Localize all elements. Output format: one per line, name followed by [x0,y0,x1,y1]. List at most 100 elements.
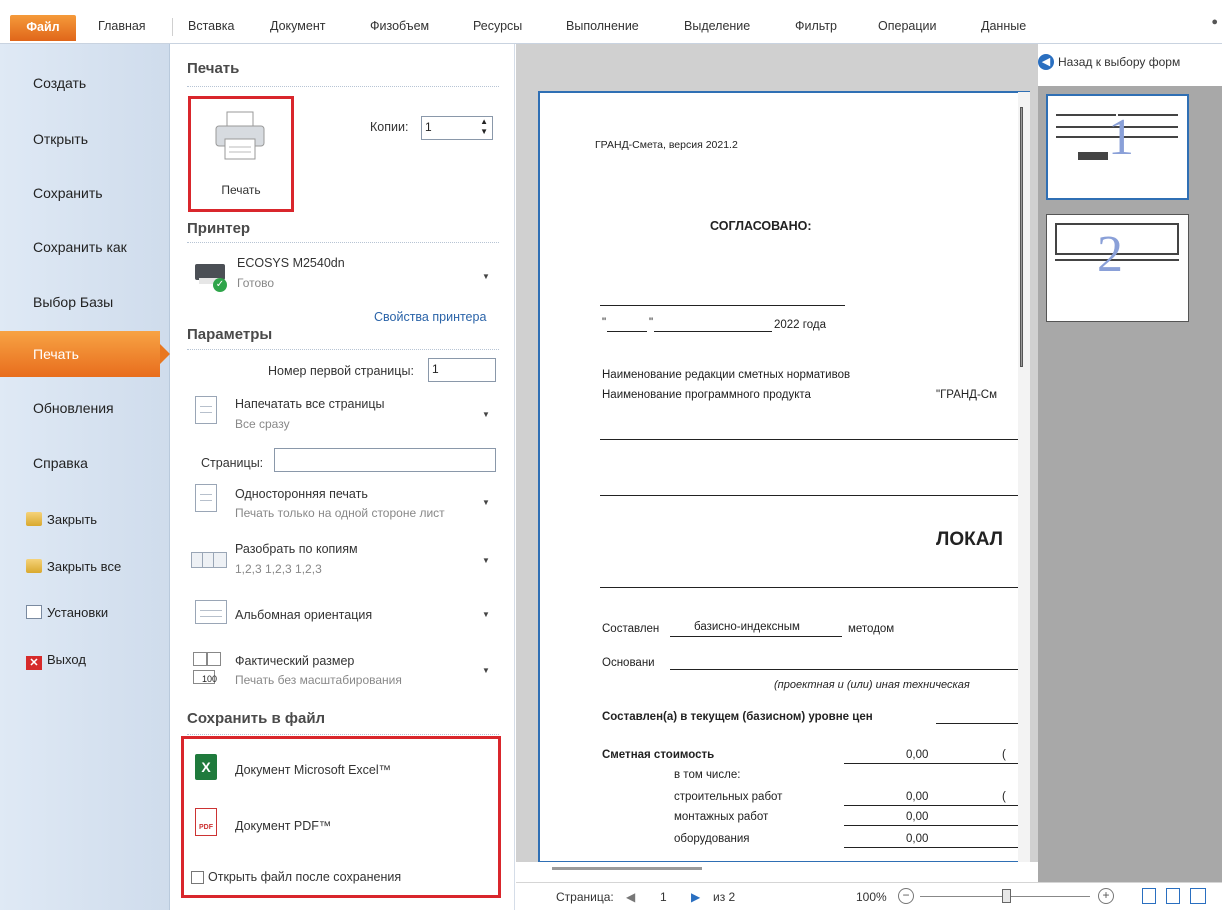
save-excel-button[interactable]: Документ Microsoft Excel™ [235,763,391,777]
scrollbar-thumb[interactable] [552,867,702,870]
tab-file[interactable]: Файл [10,15,76,41]
thumbnail-page-1[interactable]: 1 [1046,94,1189,200]
collate-option[interactable]: Разобрать по копиям [235,542,358,556]
preview-method-value: базисно-индексным [694,621,800,633]
folder-icon [26,512,42,526]
nav-settings[interactable]: Установки [26,602,108,624]
tab-insert[interactable]: Вставка [188,19,234,33]
printer-properties-link[interactable]: Свойства принтера [374,310,486,324]
tab-selection[interactable]: Выделение [684,19,750,33]
nav-exit[interactable]: ✕ Выход [26,649,86,671]
printer-section-title: Принтер [187,220,251,237]
tab-data[interactable]: Данные [981,19,1026,33]
preview-equip-value: 0,00 [906,833,929,845]
next-page-icon[interactable]: ▶ [691,890,700,904]
size-dropdown-icon[interactable]: ▼ [482,666,490,675]
orientation-option[interactable]: Альбомная ориентация [235,608,372,622]
printer-name[interactable]: ECOSYS M2540dn [237,256,345,270]
scale-icon: 100 [191,652,231,688]
page-width-icon[interactable] [1142,888,1156,904]
line [600,439,1028,440]
divider [187,242,499,243]
line [844,763,1028,764]
preview-equip: оборудования [674,833,750,845]
printer-icon [215,111,265,160]
nav-updates[interactable]: Обновления [0,385,170,431]
zoom-slider-handle[interactable] [1002,889,1011,903]
line [600,495,1028,496]
duplex-dropdown-icon[interactable]: ▼ [482,498,490,507]
preview-vertical-scrollbar[interactable] [1018,92,1030,862]
size-option[interactable]: Фактический размер [235,654,354,668]
preview-agreed: СОГЛАСОВАНО: [710,219,812,233]
nav-close-label: Закрыть [47,512,98,527]
current-page[interactable]: 1 [660,890,667,904]
duplex-sub: Печать только на одной стороне лист [235,506,445,520]
pages-input[interactable] [274,448,496,472]
duplex-option[interactable]: Односторонняя печать [235,487,368,501]
copies-stepper[interactable]: 1 ▲ ▼ [421,116,493,140]
tab-document[interactable]: Документ [270,19,325,33]
divider [187,734,499,735]
nav-close-all[interactable]: Закрыть все [26,556,121,578]
tab-operations[interactable]: Операции [878,19,936,33]
nav-help[interactable]: Справка [0,440,170,486]
landscape-icon [195,600,227,624]
nav-close-all-label: Закрыть все [47,559,122,574]
zoom-level: 100% [856,890,887,904]
print-button[interactable]: Печать [188,96,294,212]
scale-icon-text: 100 [193,670,217,684]
zoom-out-icon[interactable]: − [898,888,914,904]
printer-dropdown-icon[interactable]: ▼ [482,272,490,281]
preview-level: Составлен(а) в текущем (базисном) уровне… [602,711,873,723]
open-after-checkbox[interactable] [191,871,204,884]
nav-create[interactable]: Создать [0,60,170,106]
nav-open[interactable]: Открыть [0,116,170,162]
save-pdf-button[interactable]: Документ PDF™ [235,819,331,833]
copies-value: 1 [425,120,432,134]
print-all-option[interactable]: Напечатать все страницы [235,397,385,411]
zoom-in-icon[interactable]: + [1098,888,1114,904]
tab-volume[interactable]: Физобъем [370,19,429,33]
thumb-page-number: 1 [1108,109,1134,166]
nav-save-as[interactable]: Сохранить как [0,224,170,270]
tab-execution[interactable]: Выполнение [566,19,639,33]
preview-composed: Составлен [602,623,660,635]
preview-ed-name: Наименование редакции сметных нормативов [602,369,851,381]
whole-page-icon[interactable] [1166,888,1180,904]
first-page-input[interactable]: 1 [428,358,496,382]
help-icon[interactable]: ● [1211,16,1218,28]
scrollbar-thumb[interactable] [1020,107,1023,367]
status-bar: Страница: ◀ 1 ▶ из 2 100% − + [516,882,1222,910]
preview-page: ГРАНД-Смета, версия 2021.2 СОГЛАСОВАНО: … [538,91,1030,863]
line [600,587,1028,588]
nav-select-base[interactable]: Выбор Базы [0,279,170,325]
thumbnail-page-2[interactable]: 2 [1046,214,1189,322]
pages-icon [195,396,217,424]
line [607,331,647,332]
preview-including: в том числе: [674,769,741,781]
page-label: Страница: [556,890,614,904]
tab-filter[interactable]: Фильтр [795,19,837,33]
print-all-dropdown-icon[interactable]: ▼ [482,410,490,419]
nav-save[interactable]: Сохранить [0,170,170,216]
save-section-title: Сохранить в файл [187,710,326,727]
stepper-arrows-icon[interactable]: ▲ ▼ [480,117,488,137]
nav-close[interactable]: Закрыть [26,509,97,531]
tab-resources[interactable]: Ресурсы [473,19,522,33]
preview-version: ГРАНД-Смета, версия 2021.2 [595,139,738,151]
preview-horizontal-scrollbar[interactable] [516,862,1038,882]
multi-page-icon[interactable] [1190,888,1206,904]
prev-page-icon[interactable]: ◀ [626,890,635,904]
orientation-dropdown-icon[interactable]: ▼ [482,610,490,619]
line [670,636,842,637]
back-to-forms-link[interactable]: Назад к выбору форм [1058,55,1180,69]
size-sub: Печать без масштабирования [235,673,402,687]
back-arrow-icon[interactable]: ◀ [1038,54,1054,70]
nav-print[interactable]: Печать [0,331,170,377]
tab-home[interactable]: Главная [98,19,146,33]
duplex-icon [195,484,217,512]
line [936,723,1028,724]
collate-dropdown-icon[interactable]: ▼ [482,556,490,565]
print-all-sub: Все сразу [235,417,290,431]
